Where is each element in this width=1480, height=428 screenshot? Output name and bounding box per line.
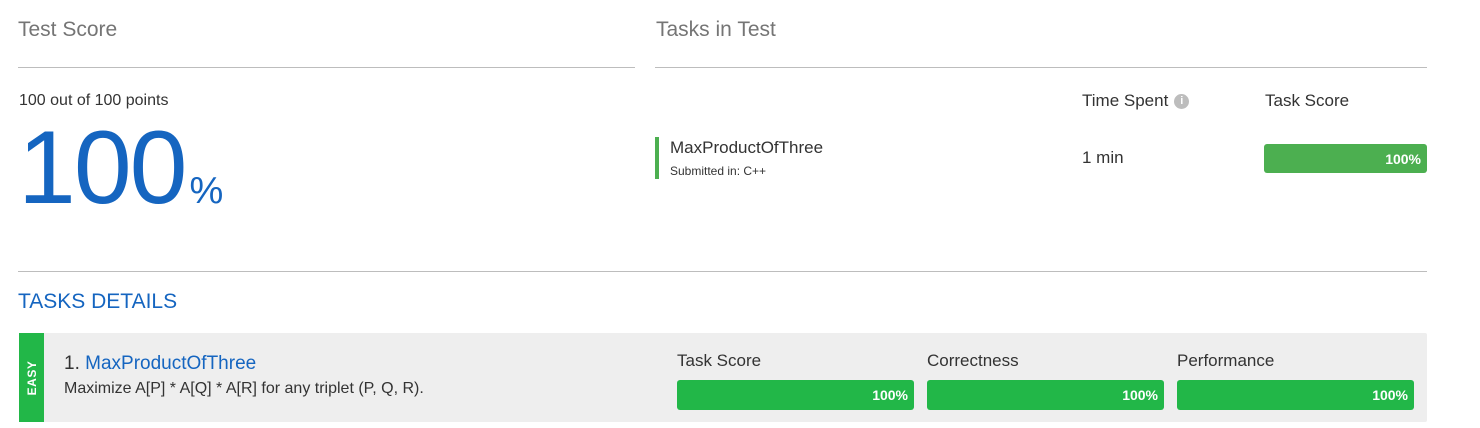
task-detail-link[interactable]: MaxProductOfThree <box>85 353 256 374</box>
task-score-bar: 100% <box>1264 144 1427 173</box>
task-status-marker <box>655 137 659 179</box>
task-detail-title: 1. MaxProductOfThree <box>64 353 256 375</box>
total-score: 100% <box>18 116 223 220</box>
metric-bar-fill-performance: 100% <box>1177 380 1414 410</box>
metric-label-task-score: Task Score <box>677 351 762 370</box>
points-text: 100 out of 100 points <box>19 92 169 109</box>
section-divider <box>18 271 1427 272</box>
total-score-unit: % <box>189 170 224 212</box>
task-time-spent: 1 min <box>1082 148 1124 167</box>
info-icon[interactable]: i <box>1174 94 1190 109</box>
task-detail-card: EASY 1. MaxProductOfThree Maximize A[P] … <box>19 333 1427 422</box>
task-score-bar-fill: 100% <box>1264 144 1427 173</box>
metric-bar-correctness: 100% <box>927 380 1164 410</box>
difficulty-label: EASY <box>24 360 39 395</box>
difficulty-badge: EASY <box>19 333 44 422</box>
time-spent-header: Time Spent i <box>1082 91 1190 111</box>
metric-bar-task-score: 100% <box>677 380 914 410</box>
test-score-divider <box>18 67 635 68</box>
metric-bar-fill-correctness: 100% <box>927 380 1164 410</box>
task-detail-number: 1. <box>64 353 80 374</box>
task-name[interactable]: MaxProductOfThree <box>670 138 823 158</box>
time-spent-label: Time Spent <box>1082 91 1169 110</box>
tasks-details-title: TASKS DETAILS <box>18 290 178 313</box>
task-submitted-language: Submitted in: C++ <box>670 164 767 178</box>
task-detail-description: Maximize A[P] * A[Q] * A[R] for any trip… <box>64 380 424 397</box>
metric-label-performance: Performance <box>1177 351 1275 370</box>
total-score-value: 100 <box>18 110 188 226</box>
tasks-in-test-title: Tasks in Test <box>656 18 776 41</box>
metric-bar-performance: 100% <box>1177 380 1414 410</box>
metric-bar-fill-task-score: 100% <box>677 380 914 410</box>
task-score-header: Task Score <box>1265 91 1350 110</box>
test-score-title: Test Score <box>18 18 118 41</box>
metric-label-correctness: Correctness <box>927 351 1019 370</box>
tasks-in-test-divider <box>655 67 1427 68</box>
